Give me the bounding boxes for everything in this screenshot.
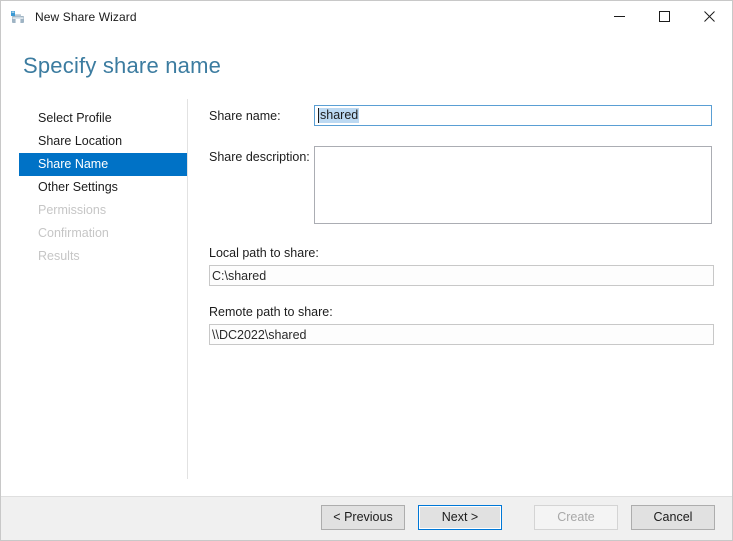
window-controls: [597, 1, 732, 32]
sidebar-item-share-name[interactable]: Share Name: [19, 153, 187, 176]
sidebar-item-other-settings[interactable]: Other Settings: [19, 176, 187, 199]
new-share-wizard-window: New Share Wizard Specify share name Sele: [0, 0, 733, 541]
minimize-button[interactable]: [597, 1, 642, 32]
maximize-button[interactable]: [642, 1, 687, 32]
cancel-button[interactable]: Cancel: [631, 505, 715, 530]
share-name-value: shared: [319, 108, 359, 123]
close-button[interactable]: [687, 1, 732, 32]
create-button: Create: [534, 505, 618, 530]
sidebar-item-share-location[interactable]: Share Location: [19, 130, 187, 153]
sidebar-item-select-profile[interactable]: Select Profile: [19, 107, 187, 130]
local-path-input[interactable]: [209, 265, 714, 286]
minimize-icon: [614, 11, 625, 22]
share-name-row: Share name: shared: [209, 105, 712, 126]
content-divider: [187, 99, 188, 479]
sidebar-item-permissions: Permissions: [19, 199, 187, 222]
share-name-input[interactable]: shared: [314, 105, 712, 126]
remote-path-input[interactable]: [209, 324, 714, 345]
remote-path-block: Remote path to share:: [209, 305, 714, 345]
footer-button-group: < Previous Next > Create Cancel: [321, 505, 715, 530]
local-path-label: Local path to share:: [209, 246, 714, 260]
share-description-label: Share description:: [209, 146, 314, 164]
next-button[interactable]: Next >: [418, 505, 502, 530]
local-path-block: Local path to share:: [209, 246, 714, 286]
page-title: Specify share name: [23, 53, 221, 79]
share-folder-icon: [10, 9, 26, 25]
window-title: New Share Wizard: [35, 10, 137, 24]
wizard-steps-nav: Select Profile Share Location Share Name…: [19, 107, 187, 268]
previous-button[interactable]: < Previous: [321, 505, 405, 530]
share-name-form: Share name: shared Share description: Lo…: [209, 105, 712, 345]
sidebar-item-results: Results: [19, 245, 187, 268]
remote-path-label: Remote path to share:: [209, 305, 714, 319]
close-icon: [704, 11, 715, 22]
share-description-input[interactable]: [314, 146, 712, 224]
title-bar[interactable]: New Share Wizard: [1, 1, 732, 32]
sidebar-item-confirmation: Confirmation: [19, 222, 187, 245]
maximize-icon: [659, 11, 670, 22]
share-description-row: Share description:: [209, 146, 712, 224]
share-name-label: Share name:: [209, 105, 314, 123]
dialog-footer: < Previous Next > Create Cancel: [1, 496, 732, 540]
